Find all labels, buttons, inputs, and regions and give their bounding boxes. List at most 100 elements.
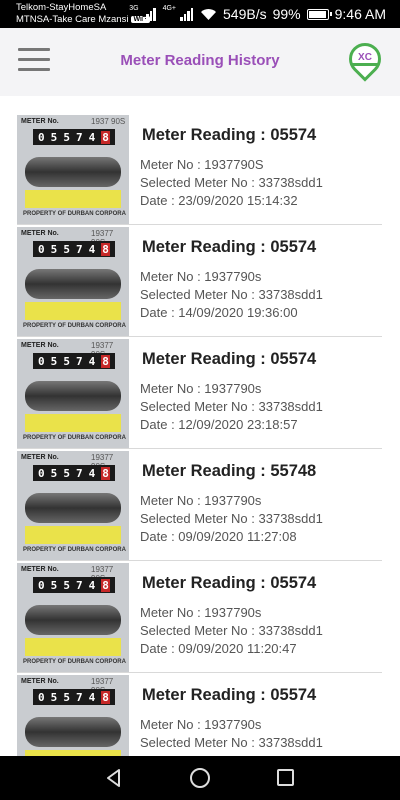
carrier-name-sim1: Telkom-StayHomeSA — [16, 2, 107, 13]
meter-digit: 8 — [101, 130, 110, 144]
reading-value: Meter Reading : 05574 — [142, 126, 317, 144]
status-icons: 3G 4G+ 549B/s 99% 9:46 AM — [123, 5, 386, 23]
meter-digit: 7 — [75, 466, 83, 480]
photo-meter-label: METER No. — [21, 118, 59, 125]
photo-meter-plate — [25, 526, 121, 544]
clock: 9:46 AM — [334, 6, 386, 22]
meter-digit: 4 — [88, 690, 96, 704]
reading-value: Meter Reading : 05574 — [142, 574, 317, 592]
meter-digit: 7 — [75, 578, 83, 592]
meter-digit: 5 — [63, 466, 70, 480]
back-icon[interactable] — [104, 768, 124, 788]
meter-digit: 5 — [50, 130, 58, 144]
reading-list-item[interactable]: METER No. 1937 90S 055748 PROPERTY OF DU… — [17, 113, 382, 225]
selected-meter-number: Selected Meter No : 33738sdd1 — [140, 735, 323, 750]
meter-digit: 5 — [63, 242, 70, 256]
reading-value: Meter Reading : 05574 — [142, 686, 317, 704]
photo-meter-number: 1937 90S — [91, 117, 126, 126]
meter-photo-thumbnail[interactable]: METER No. 19377 90S 055748 PROPERTY OF D… — [17, 563, 129, 672]
meter-digit: 8 — [101, 690, 110, 704]
photo-meter-plate — [25, 638, 121, 656]
meter-digit: 0 — [38, 466, 45, 480]
meter-digit: 7 — [75, 690, 83, 704]
photo-meter-display: 055748 — [33, 241, 115, 257]
photo-meter-label: METER No. — [21, 230, 59, 237]
photo-meter-label: METER No. — [21, 454, 59, 461]
meter-digit: 0 — [38, 354, 45, 368]
reading-list-item[interactable]: METER No. 19377 90S 055748 PROPERTY OF D… — [17, 673, 382, 756]
selected-meter-number: Selected Meter No : 33738sdd1 — [140, 399, 323, 414]
reading-list-item[interactable]: METER No. 19377 90S 055748 PROPERTY OF D… — [17, 337, 382, 449]
meter-digit: 7 — [75, 242, 83, 256]
meter-digit: 5 — [63, 354, 70, 368]
photo-property-text: PROPERTY OF DURBAN CORPORA — [23, 211, 126, 217]
reading-list-item[interactable]: METER No. 19377 90S 055748 PROPERTY OF D… — [17, 225, 382, 337]
battery-level — [308, 10, 327, 18]
photo-property-text: PROPERTY OF DURBAN CORPORA — [23, 659, 126, 665]
photo-property-text: PROPERTY OF DURBAN CORPORA — [23, 435, 126, 441]
app-bar: Meter Reading History XC — [0, 28, 400, 96]
reading-date: Date : 09/09/2020 11:20:47 — [140, 641, 297, 656]
reading-history-list[interactable]: METER No. 1937 90S 055748 PROPERTY OF DU… — [0, 96, 400, 756]
meter-digit: 5 — [50, 242, 58, 256]
meter-digit: 5 — [63, 578, 70, 592]
meter-digit: 7 — [75, 130, 83, 144]
photo-meter-rotor — [25, 493, 121, 523]
meter-digit: 5 — [50, 690, 58, 704]
network-type-3g: 3G — [129, 5, 139, 12]
meter-digit: 4 — [88, 354, 96, 368]
app-logo-icon[interactable]: XC — [342, 36, 388, 82]
meter-digit: 5 — [50, 466, 58, 480]
photo-property-text: PROPERTY OF DURBAN CORPORA — [23, 547, 126, 553]
meter-digit: 4 — [88, 242, 96, 256]
system-nav-bar — [0, 756, 400, 800]
meter-digit: 5 — [50, 354, 58, 368]
meter-digit: 4 — [88, 578, 96, 592]
meter-number: Meter No : 1937790s — [140, 605, 262, 620]
selected-meter-number: Selected Meter No : 33738sdd1 — [140, 287, 323, 302]
meter-digit: 8 — [101, 242, 110, 256]
photo-meter-rotor — [25, 269, 121, 299]
meter-photo-thumbnail[interactable]: METER No. 1937 90S 055748 PROPERTY OF DU… — [17, 115, 129, 224]
photo-meter-label: METER No. — [21, 678, 59, 685]
meter-digit: 8 — [101, 354, 110, 368]
status-bar: Telkom-StayHomeSA MTNSA-Take Care Mzansi… — [0, 0, 400, 28]
meter-digit: 7 — [75, 354, 83, 368]
photo-meter-display: 055748 — [33, 353, 115, 369]
meter-digit: 4 — [88, 466, 96, 480]
home-icon[interactable] — [190, 768, 210, 788]
reading-value: Meter Reading : 05574 — [142, 238, 317, 256]
photo-meter-plate — [25, 414, 121, 432]
photo-meter-rotor — [25, 381, 121, 411]
meter-photo-thumbnail[interactable]: METER No. 19377 90S 055748 PROPERTY OF D… — [17, 227, 129, 336]
network-speed: 549B/s — [223, 6, 267, 22]
carrier-name-sim2: MTNSA-Take Care Mzansi — [16, 14, 129, 25]
meter-digit: 5 — [63, 690, 70, 704]
network-type-4g: 4G+ — [162, 5, 176, 12]
photo-meter-plate — [25, 302, 121, 320]
meter-photo-thumbnail[interactable]: METER No. 19377 90S 055748 PROPERTY OF D… — [17, 339, 129, 448]
signal-icon — [142, 7, 157, 21]
meter-photo-thumbnail[interactable]: METER No. 19377 90S 055748 PROPERTY OF D… — [17, 675, 129, 756]
reading-date: Date : 12/09/2020 23:18:57 — [140, 417, 298, 432]
wifi-icon — [201, 8, 216, 20]
reading-list-item[interactable]: METER No. 19377 90S 055748 PROPERTY OF D… — [17, 449, 382, 561]
photo-property-text: PROPERTY OF DURBAN CORPORA — [23, 323, 126, 329]
photo-meter-display: 055748 — [33, 465, 115, 481]
recent-apps-icon[interactable] — [277, 769, 294, 786]
meter-digit: 5 — [63, 130, 70, 144]
selected-meter-number: Selected Meter No : 33738sdd1 — [140, 511, 323, 526]
logo-text: XC — [358, 52, 372, 63]
photo-meter-display: 055748 — [33, 129, 115, 145]
photo-meter-label: METER No. — [21, 566, 59, 573]
meter-digit: 0 — [38, 242, 45, 256]
battery-icon — [306, 8, 332, 20]
selected-meter-number: Selected Meter No : 33738sdd1 — [140, 623, 323, 638]
meter-number: Meter No : 1937790s — [140, 381, 262, 396]
meter-photo-thumbnail[interactable]: METER No. 19377 90S 055748 PROPERTY OF D… — [17, 451, 129, 560]
reading-list-item[interactable]: METER No. 19377 90S 055748 PROPERTY OF D… — [17, 561, 382, 673]
photo-meter-rotor — [25, 717, 121, 747]
meter-digit: 4 — [88, 130, 96, 144]
reading-date: Date : 23/09/2020 15:14:32 — [140, 193, 298, 208]
battery-percent: 99% — [272, 6, 301, 22]
